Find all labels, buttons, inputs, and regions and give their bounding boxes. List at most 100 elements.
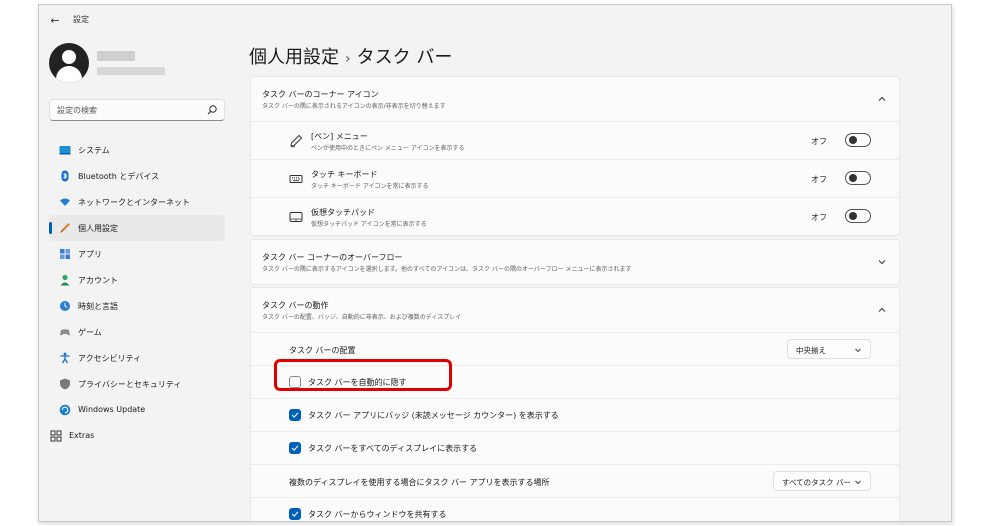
sidebar-item-label: Windows Update — [78, 405, 146, 414]
toggle-state-label: オフ — [811, 213, 827, 222]
sidebar-item-label: アカウント — [78, 276, 118, 285]
pen-menu-toggle[interactable] — [845, 133, 871, 147]
sidebar-item-personalization[interactable]: 個人用設定 — [49, 215, 225, 241]
sidebar: システム Bluetooth とデバイス ネットワークとインターネット 個人用設… — [39, 37, 235, 521]
system-icon — [59, 146, 71, 155]
search-icon[interactable] — [206, 104, 218, 116]
card-subtitle: タスク バーの隅に表示するアイコンを選択します。他のすべてのアイコンは、タスク … — [262, 266, 632, 273]
apps-icon — [60, 249, 70, 259]
share-window-checkbox[interactable] — [289, 508, 301, 520]
card-subtitle: タスク バーの隅に表示されるアイコンの表示/非表示を切り替えます — [262, 103, 446, 110]
chevron-down-icon — [855, 480, 861, 485]
chevron-down-icon — [855, 348, 861, 353]
touch-keyboard-row: タッチ キーボード タッチ キーボード アイコンを常に表示する オフ — [251, 159, 899, 197]
page-title: 個人用設定 › タスク バー — [249, 43, 452, 69]
breadcrumb-separator: › — [345, 51, 351, 67]
personalization-icon — [60, 223, 70, 233]
all-displays-label[interactable]: タスク バーをすべてのディスプレイに表示する — [308, 443, 477, 454]
overflow-header[interactable]: タスク バー コーナーのオーバーフロー タスク バーの隅に表示するアイコンを選択… — [251, 240, 899, 284]
sidebar-item-label: ネットワークとインターネット — [78, 198, 190, 207]
row-title: [ペン] メニュー — [311, 132, 368, 141]
sidebar-item-label: システム — [78, 146, 110, 155]
multi-display-row: 複数のディスプレイを使用する場合にタスク バー アプリを表示する場所 すべてのタ… — [251, 464, 899, 497]
all-displays-row: タスク バーをすべてのディスプレイに表示する — [251, 431, 899, 464]
multi-display-dropdown[interactable]: すべてのタスク バー — [773, 471, 871, 491]
sidebar-nav: システム Bluetooth とデバイス ネットワークとインターネット 個人用設… — [49, 137, 225, 449]
title-bar: ← 設定 — [39, 5, 951, 37]
chevron-up-icon[interactable] — [877, 305, 887, 315]
sidebar-item-extras[interactable]: Extras — [49, 423, 225, 449]
card-title: タスク バー コーナーのオーバーフロー — [262, 253, 403, 262]
sidebar-item-time-language[interactable]: 時刻と言語 — [49, 293, 225, 319]
user-avatar-icon — [49, 43, 89, 83]
blurred-email — [97, 67, 165, 75]
corner-icons-card: タスク バーのコーナー アイコン タスク バーの隅に表示されるアイコンの表示/非… — [250, 76, 900, 236]
touch-keyboard-toggle-group: オフ — [811, 171, 871, 187]
sidebar-item-windows-update[interactable]: Windows Update — [49, 397, 225, 423]
extras-icon — [50, 430, 62, 442]
sidebar-item-label: プライバシーとセキュリティ — [78, 380, 182, 389]
card-subtitle: タスク バーの配置、バッジ、自動的に非表示、および複数のディスプレイ — [262, 314, 462, 321]
sidebar-item-label: Bluetooth とデバイス — [78, 172, 160, 181]
sidebar-item-accounts[interactable]: アカウント — [49, 267, 225, 293]
keyboard-icon — [289, 175, 303, 183]
sidebar-item-gaming[interactable]: ゲーム — [49, 319, 225, 345]
virtual-touchpad-toggle-group: オフ — [811, 209, 871, 225]
card-title: タスク バーのコーナー アイコン — [262, 90, 379, 99]
multi-display-value: すべてのタスク バー — [782, 478, 852, 487]
pen-menu-toggle-group: オフ — [811, 133, 871, 149]
overflow-card: タスク バー コーナーのオーバーフロー タスク バーの隅に表示するアイコンを選択… — [250, 239, 900, 285]
blurred-username — [97, 51, 135, 61]
user-profile[interactable] — [49, 43, 229, 87]
settings-window: ← 設定 システム Bluetooth とデバイス — [38, 4, 952, 522]
share-window-label[interactable]: タスク バーからウィンドウを共有する — [308, 509, 447, 520]
sidebar-item-label: アプリ — [78, 250, 102, 259]
chevron-down-icon[interactable] — [877, 257, 887, 267]
behaviors-header[interactable]: タスク バーの動作 タスク バーの配置、バッジ、自動的に非表示、および複数のディ… — [251, 288, 899, 332]
touchpad-icon — [289, 212, 303, 222]
share-window-row: タスク バーからウィンドウを共有する — [251, 497, 899, 521]
main-content: 個人用設定 › タスク バー タスク バーのコーナー アイコン タスク バーの隅に表… — [235, 37, 951, 521]
sidebar-item-apps[interactable]: アプリ — [49, 241, 225, 267]
windows-update-icon — [59, 404, 71, 416]
alignment-value: 中央揃え — [796, 346, 826, 355]
badges-row: タスク バー アプリにバッジ (未読メッセージ カウンター) を表示する — [251, 398, 899, 431]
search-box[interactable] — [49, 99, 225, 121]
red-highlight-annotation — [274, 359, 452, 391]
account-icon — [60, 274, 70, 286]
network-icon — [60, 198, 70, 206]
toggle-state-label: オフ — [811, 137, 827, 146]
alignment-dropdown[interactable]: 中央揃え — [787, 339, 871, 359]
toggle-state-label: オフ — [811, 175, 827, 184]
sidebar-item-bluetooth[interactable]: Bluetooth とデバイス — [49, 163, 225, 189]
chevron-up-icon[interactable] — [877, 94, 887, 104]
sidebar-item-privacy[interactable]: プライバシーとセキュリティ — [49, 371, 225, 397]
active-indicator — [49, 222, 52, 234]
touch-keyboard-toggle[interactable] — [845, 171, 871, 185]
breadcrumb-parent[interactable]: 個人用設定 — [249, 47, 339, 68]
accessibility-icon — [60, 352, 70, 364]
sidebar-item-accessibility[interactable]: アクセシビリティ — [49, 345, 225, 371]
sidebar-item-label: ゲーム — [78, 328, 102, 337]
sidebar-item-system[interactable]: システム — [49, 137, 225, 163]
time-language-icon — [60, 301, 70, 311]
badges-label[interactable]: タスク バー アプリにバッジ (未読メッセージ カウンター) を表示する — [308, 410, 559, 421]
all-displays-checkbox[interactable] — [289, 442, 301, 454]
alignment-label: タスク バーの配置 — [289, 346, 356, 355]
row-title: 仮想タッチパッド — [311, 208, 375, 217]
pen-menu-row: [ペン] メニュー ペンが使用中のときにペン メニュー アイコンを表示する オフ — [251, 121, 899, 159]
sidebar-item-label: 個人用設定 — [78, 224, 118, 233]
pen-icon — [290, 134, 303, 148]
row-subtitle: ペンが使用中のときにペン メニュー アイコンを表示する — [311, 145, 465, 152]
badges-checkbox[interactable] — [289, 409, 301, 421]
row-subtitle: 仮想タッチパッド アイコンを常に表示する — [311, 221, 427, 228]
sidebar-item-network[interactable]: ネットワークとインターネット — [49, 189, 225, 215]
virtual-touchpad-row: 仮想タッチパッド 仮想タッチパッド アイコンを常に表示する オフ — [251, 197, 899, 235]
corner-icons-header[interactable]: タスク バーのコーナー アイコン タスク バーの隅に表示されるアイコンの表示/非… — [251, 77, 899, 121]
multi-display-label: 複数のディスプレイを使用する場合にタスク バー アプリを表示する場所 — [289, 478, 550, 487]
back-arrow-icon[interactable]: ← — [47, 13, 63, 29]
breadcrumb-current: タスク バー — [356, 47, 453, 68]
search-input[interactable] — [57, 103, 197, 117]
row-subtitle: タッチ キーボード アイコンを常に表示する — [311, 183, 429, 190]
virtual-touchpad-toggle[interactable] — [845, 209, 871, 223]
